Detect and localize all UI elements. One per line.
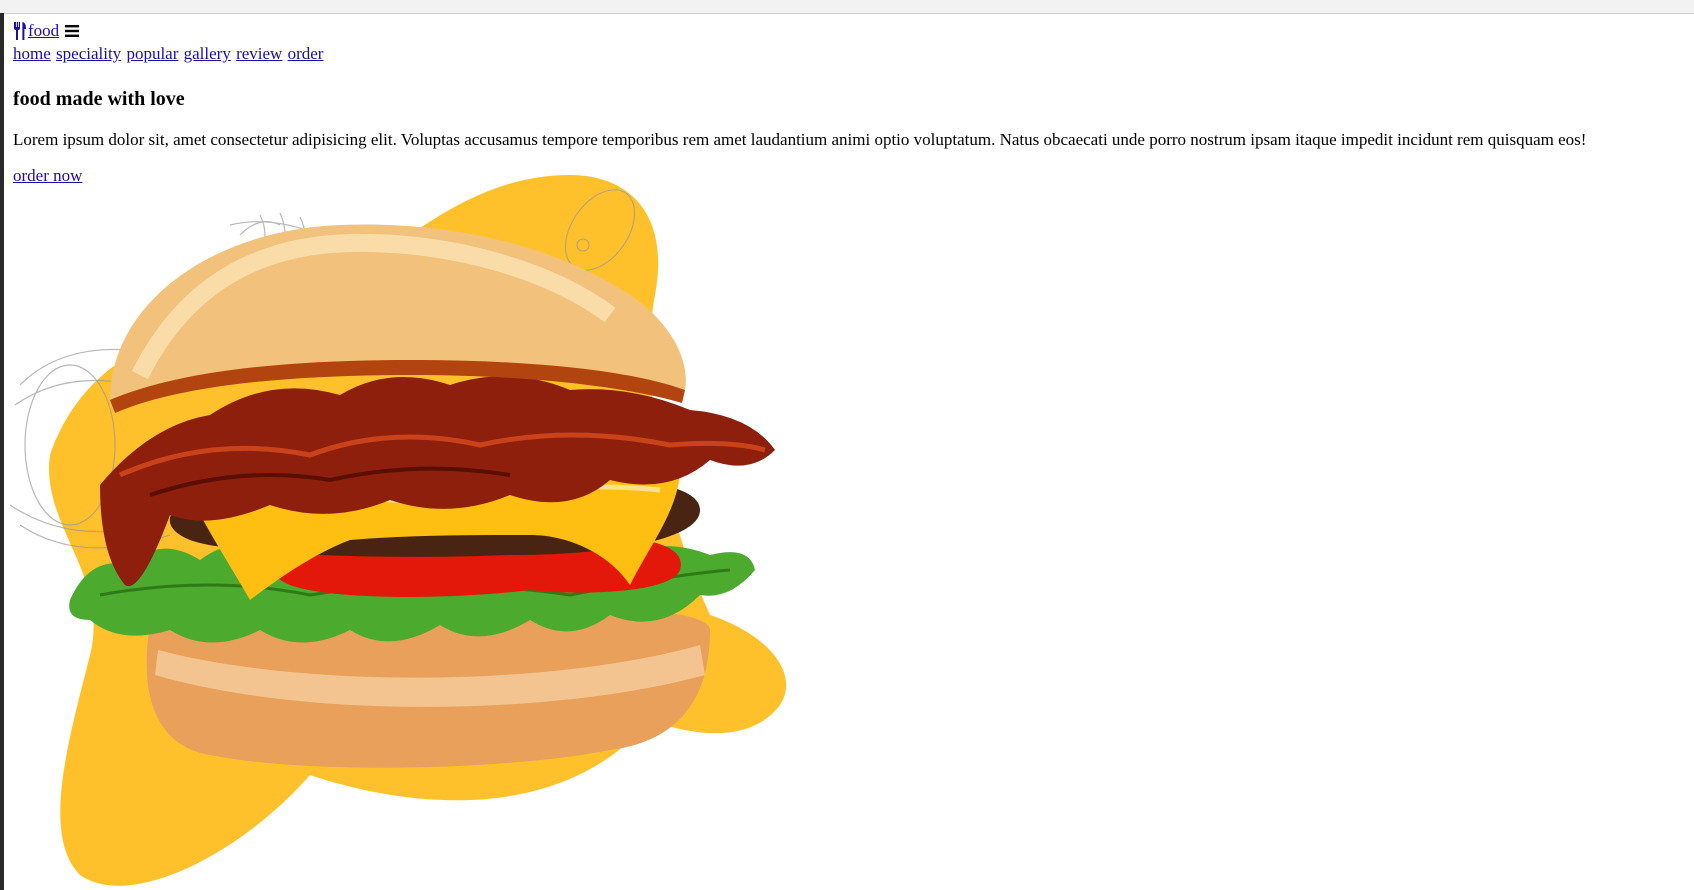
utensils-icon [14, 22, 26, 40]
page-content: food home speciality popular gallery rev… [13, 19, 1683, 187]
logo-text: food [28, 21, 60, 40]
navbar: home speciality popular gallery review o… [13, 43, 1683, 65]
logo-link[interactable]: food [13, 20, 59, 42]
nav-link-review[interactable]: review [236, 44, 282, 63]
hero-description: Lorem ipsum dolor sit, amet consectetur … [13, 130, 1587, 149]
window-edge [0, 13, 4, 890]
burger-image [10, 175, 787, 886]
hamburger-menu-icon[interactable] [64, 24, 80, 38]
nav-link-gallery[interactable]: gallery [184, 44, 231, 63]
nav-link-order[interactable]: order [288, 44, 324, 63]
browser-bookmark-bar [0, 0, 1694, 14]
nav-link-home[interactable]: home [13, 44, 51, 63]
nav-link-popular[interactable]: popular [126, 44, 178, 63]
nav-link-speciality[interactable]: speciality [56, 44, 121, 63]
hero-title: food made with love [13, 88, 185, 110]
site-header: food [13, 19, 1683, 43]
